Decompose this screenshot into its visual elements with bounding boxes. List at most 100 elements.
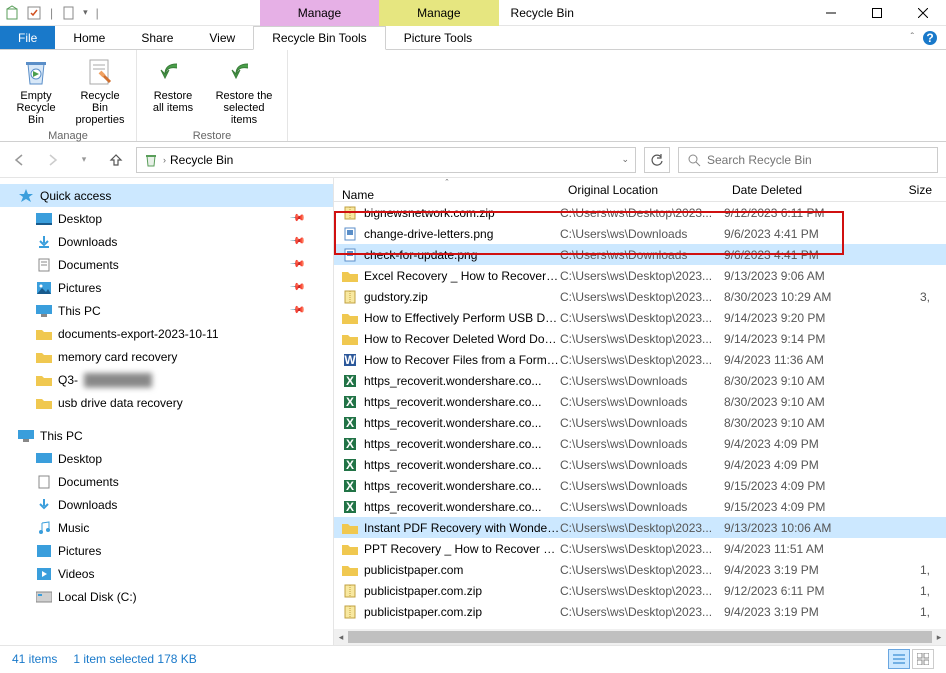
file-row[interactable]: publicistpaper.com.zipC:\Users\ws\Deskto… (334, 601, 946, 622)
navigation-pane[interactable]: Quick access Desktop📌 Downloads📌 Documen… (0, 178, 334, 645)
new-qat-icon[interactable] (61, 5, 77, 21)
svg-text:X: X (346, 395, 354, 409)
search-input[interactable] (707, 153, 929, 167)
file-row[interactable]: Xhttps_recoverit.wondershare.co...C:\Use… (334, 475, 946, 496)
nav-thispc[interactable]: This PC (0, 424, 333, 447)
file-row[interactable]: Xhttps_recoverit.wondershare.co...C:\Use… (334, 454, 946, 475)
scroll-left-icon[interactable]: ◂ (334, 629, 348, 645)
file-date-deleted: 9/4/2023 3:19 PM (724, 605, 880, 619)
file-row[interactable]: Excel Recovery _ How to Recover U...C:\U… (334, 265, 946, 286)
view-tab[interactable]: View (191, 26, 253, 49)
file-row[interactable]: Xhttps_recoverit.wondershare.co...C:\Use… (334, 433, 946, 454)
restore-all-items-button[interactable]: Restore all items (141, 52, 205, 130)
file-row[interactable]: Xhttps_recoverit.wondershare.co...C:\Use… (334, 370, 946, 391)
file-size: 1, (880, 605, 930, 619)
file-row[interactable]: How to Effectively Perform USB Da...C:\U… (334, 307, 946, 328)
column-original-location[interactable]: Original Location (560, 183, 724, 197)
file-name: Excel Recovery _ How to Recover U... (364, 269, 560, 283)
thumbnails-view-button[interactable] (912, 649, 934, 669)
nav-videos[interactable]: Videos (0, 562, 333, 585)
file-date-deleted: 9/12/2023 6:11 PM (724, 206, 880, 220)
thispc-icon (36, 303, 52, 319)
recycle-bin-properties-button[interactable]: Recycle Bin properties (68, 52, 132, 130)
svg-text:X: X (346, 479, 354, 493)
minimize-button[interactable] (808, 0, 854, 26)
column-date-deleted[interactable]: Date Deleted (724, 183, 880, 197)
refresh-button[interactable] (644, 147, 670, 173)
nav-folder-documents-export[interactable]: documents-export-2023-10-11 (0, 322, 333, 345)
file-row[interactable]: gudstory.zipC:\Users\ws\Desktop\2023...8… (334, 286, 946, 307)
file-original-location: C:\Users\ws\Downloads (560, 227, 724, 241)
nav-quick-access[interactable]: Quick access (0, 184, 333, 207)
nav-pictures-2[interactable]: Pictures (0, 539, 333, 562)
picture-tools-tab[interactable]: Picture Tools (386, 26, 490, 49)
nav-folder-usb-recovery[interactable]: usb drive data recovery (0, 391, 333, 414)
scrollbar-thumb[interactable] (348, 631, 932, 643)
recycle-bin-tools-tab[interactable]: Recycle Bin Tools (253, 26, 386, 50)
empty-recycle-bin-button[interactable]: Empty Recycle Bin (4, 52, 68, 130)
file-row[interactable]: Instant PDF Recovery with Wonder...C:\Us… (334, 517, 946, 538)
folder-icon (342, 562, 358, 578)
details-view-button[interactable] (888, 649, 910, 669)
file-name: publicistpaper.com.zip (364, 605, 560, 619)
nav-local-disk-c[interactable]: Local Disk (C:) (0, 585, 333, 608)
contextual-tab-manage-pink[interactable]: Manage (260, 0, 379, 26)
back-button[interactable] (8, 148, 32, 172)
properties-qat-icon[interactable] (26, 5, 42, 21)
nav-folder-q3[interactable]: Q3-████████ (0, 368, 333, 391)
videos-icon (36, 566, 52, 582)
nav-documents[interactable]: Documents📌 (0, 253, 333, 276)
file-row[interactable]: check-for-update.pngC:\Users\ws\Download… (334, 244, 946, 265)
qat-dropdown-icon[interactable]: ▾ (83, 7, 88, 18)
contextual-tab-manage-yellow[interactable]: Manage (379, 0, 498, 26)
help-icon[interactable]: ? (922, 30, 938, 46)
nav-downloads[interactable]: Downloads📌 (0, 230, 333, 253)
nav-documents-2[interactable]: Documents (0, 470, 333, 493)
file-row[interactable]: PPT Recovery _ How to Recover Un...C:\Us… (334, 538, 946, 559)
file-row[interactable]: change-drive-letters.pngC:\Users\ws\Down… (334, 223, 946, 244)
home-tab[interactable]: Home (55, 26, 123, 49)
column-size[interactable]: Size (880, 183, 940, 197)
breadcrumb[interactable]: › Recycle Bin ⌄ (136, 147, 636, 173)
breadcrumb-dropdown-icon[interactable]: ⌄ (621, 154, 629, 165)
file-row[interactable]: publicistpaper.comC:\Users\ws\Desktop\20… (334, 559, 946, 580)
nav-downloads-2[interactable]: Downloads (0, 493, 333, 516)
zip-icon (342, 604, 358, 620)
breadcrumb-location[interactable]: Recycle Bin (170, 153, 233, 167)
horizontal-scrollbar[interactable]: ◂ ▸ (334, 629, 946, 645)
file-row[interactable]: Xhttps_recoverit.wondershare.co...C:\Use… (334, 412, 946, 433)
list-header: ˆ Name Original Location Date Deleted Si… (334, 178, 946, 202)
ribbon-minimize-icon[interactable]: ˆ (911, 32, 914, 43)
up-button[interactable] (104, 148, 128, 172)
file-row[interactable]: How to Recover Deleted Word Doc...C:\Use… (334, 328, 946, 349)
file-row[interactable]: WHow to Recover Files from a Forma...C:\… (334, 349, 946, 370)
nav-music[interactable]: Music (0, 516, 333, 539)
column-name[interactable]: ˆ Name (334, 178, 560, 202)
search-box[interactable] (678, 147, 938, 173)
music-icon (36, 520, 52, 536)
file-original-location: C:\Users\ws\Desktop\2023... (560, 521, 724, 535)
nav-desktop-2[interactable]: Desktop (0, 447, 333, 470)
file-row[interactable]: publicistpaper.com.zipC:\Users\ws\Deskto… (334, 580, 946, 601)
nav-desktop[interactable]: Desktop📌 (0, 207, 333, 230)
forward-button[interactable] (40, 148, 64, 172)
scroll-right-icon[interactable]: ▸ (932, 629, 946, 645)
list-body[interactable]: bignewsnetwork.com.zipC:\Users\ws\Deskto… (334, 202, 946, 629)
nav-folder-memory-card[interactable]: memory card recovery (0, 345, 333, 368)
file-tab[interactable]: File (0, 26, 55, 49)
desktop-icon (36, 451, 52, 467)
chevron-right-icon[interactable]: › (163, 155, 166, 165)
share-tab[interactable]: Share (123, 26, 191, 49)
maximize-button[interactable] (854, 0, 900, 26)
svg-text:W: W (344, 353, 356, 367)
file-name: How to Recover Deleted Word Doc... (364, 332, 560, 346)
file-row[interactable]: Xhttps_recoverit.wondershare.co...C:\Use… (334, 391, 946, 412)
pictures-icon (36, 543, 52, 559)
restore-selected-items-button[interactable]: Restore the selected items (205, 52, 283, 130)
nav-pictures[interactable]: Pictures📌 (0, 276, 333, 299)
nav-thispc-pinned[interactable]: This PC📌 (0, 299, 333, 322)
file-row[interactable]: bignewsnetwork.com.zipC:\Users\ws\Deskto… (334, 202, 946, 223)
recent-locations-button[interactable]: ▾ (72, 148, 96, 172)
close-button[interactable] (900, 0, 946, 26)
file-row[interactable]: Xhttps_recoverit.wondershare.co...C:\Use… (334, 496, 946, 517)
